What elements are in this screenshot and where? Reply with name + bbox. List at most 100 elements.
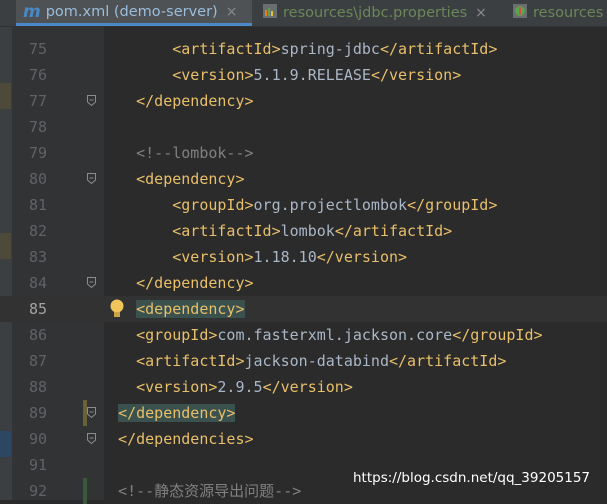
code-text[interactable]: <artifactId>jackson-databind</artifactId…: [100, 348, 506, 374]
code-text[interactable]: <dependency>: [100, 296, 245, 322]
code-text[interactable]: </dependency>: [100, 400, 236, 426]
code-line[interactable]: 77 </dependency>: [0, 88, 607, 114]
line-number: 76: [28, 66, 47, 84]
code-text[interactable]: <!--静态资源导出问题-->: [100, 478, 301, 504]
line-number: 84: [28, 274, 47, 292]
xml-value: 2.9.5: [217, 378, 263, 396]
code-text[interactable]: <artifactId>spring-jdbc</artifactId>: [100, 36, 497, 62]
code-line[interactable]: 88 <version>2.9.5</version>: [0, 374, 607, 400]
xml-tag: [100, 404, 118, 422]
xml-tag: </artifactId>: [389, 352, 507, 370]
tab-pom-xml[interactable]: m pom.xml (demo-server) ×: [16, 0, 252, 26]
code-line[interactable]: 81 <groupId>org.projectlombok</groupId>: [0, 192, 607, 218]
tab-label: resources\jdbc.properties: [283, 5, 468, 21]
xml-tag: </artifactId>: [334, 222, 453, 240]
code-line[interactable]: 78: [0, 114, 607, 140]
xml-tag: </dependency>: [100, 92, 254, 110]
watermark: https://blog.csdn.net/qq_39205157: [353, 470, 591, 486]
tab-jdbc-properties[interactable]: resources\jdbc.properties ×: [258, 0, 507, 26]
code-line[interactable]: 79 <!--lombok-->: [0, 140, 607, 166]
xml-tag: </version>: [262, 378, 353, 396]
line-number: 80: [28, 170, 47, 188]
xml-tag: </version>: [316, 248, 408, 266]
xml-tag: <artifactId>: [100, 40, 281, 58]
line-number: 88: [28, 378, 47, 396]
code-line[interactable]: 87 <artifactId>jackson-databind</artifac…: [0, 348, 607, 374]
code-text[interactable]: <groupId>com.fasterxml.jackson.core</gro…: [100, 322, 543, 348]
code-text[interactable]: <dependency>: [100, 166, 245, 192]
code-text[interactable]: <version>2.9.5</version>: [100, 374, 353, 400]
xml-tag: [100, 300, 136, 318]
xml-value: 1.18.10: [253, 248, 317, 266]
fold-marker-icon[interactable]: [87, 433, 96, 444]
line-number: 78: [28, 118, 47, 136]
xml-comment: <!--lombok-->: [100, 144, 254, 162]
code-text[interactable]: </dependency>: [100, 88, 254, 114]
xml-comment: <!--静态资源导出问题-->: [100, 482, 302, 500]
line-number: 83: [28, 248, 47, 266]
code-text[interactable]: </dependencies>: [100, 426, 254, 452]
xml-tag: <artifactId>: [100, 352, 245, 370]
line-number: 77: [28, 92, 47, 110]
xml-tag: <dependency>: [100, 170, 245, 188]
line-number: 82: [28, 222, 47, 240]
xml-tag: </groupId>: [452, 326, 543, 344]
code-text[interactable]: <groupId>org.projectlombok</groupId>: [100, 192, 497, 218]
xml-value: 5.1.9.RELEASE: [253, 66, 371, 84]
line-number: 79: [28, 144, 47, 162]
spring-config-file-icon: [512, 3, 528, 23]
code-text[interactable]: <version>5.1.9.RELEASE</version>: [100, 62, 461, 88]
xml-tag: <version>: [100, 66, 254, 84]
xml-value: jackson-databind: [244, 352, 390, 370]
code-line[interactable]: 85 <dependency>: [0, 296, 607, 322]
fold-marker-icon[interactable]: [87, 173, 96, 184]
xml-tag: <groupId>: [100, 326, 218, 344]
code-line[interactable]: 86 <groupId>com.fasterxml.jackson.core</…: [0, 322, 607, 348]
maven-file-icon: m: [23, 1, 41, 22]
xml-tag: </groupId>: [407, 196, 498, 214]
code-line[interactable]: 84 </dependency>: [0, 270, 607, 296]
editor-tab-bar: m pom.xml (demo-server) × resources\jdbc…: [0, 0, 607, 27]
line-number: 81: [28, 196, 47, 214]
fold-marker-icon[interactable]: [87, 277, 96, 288]
xml-tag: </artifactId>: [379, 40, 498, 58]
code-line[interactable]: 76 <version>5.1.9.RELEASE</version>: [0, 62, 607, 88]
code-line[interactable]: 82 <artifactId>lombok</artifactId>: [0, 218, 607, 244]
code-line[interactable]: 90 </dependencies>: [0, 426, 607, 452]
xml-tag: <version>: [100, 378, 218, 396]
tab-resources[interactable]: resources: [510, 0, 607, 26]
code-text[interactable]: <!--lombok-->: [100, 140, 254, 166]
code-line[interactable]: 83 <version>1.18.10</version>: [0, 244, 607, 270]
code-text[interactable]: </dependency>: [100, 270, 253, 296]
code-text[interactable]: <version>1.18.10</version>: [100, 244, 407, 270]
line-number: 75: [28, 40, 47, 58]
xml-tag: </dependencies>: [100, 430, 254, 448]
xml-value: org.projectlombok: [253, 196, 408, 214]
tab-label: resources: [533, 5, 604, 21]
fold-marker-icon[interactable]: [87, 95, 96, 106]
line-number: 85: [28, 300, 47, 318]
line-number: 87: [28, 352, 47, 370]
xml-tag: <dependency>: [136, 300, 245, 318]
code-text[interactable]: <artifactId>lombok</artifactId>: [100, 218, 452, 244]
close-tab-icon[interactable]: ×: [226, 4, 238, 20]
fold-marker-icon[interactable]: [87, 407, 96, 418]
xml-tag: </dependency>: [118, 404, 236, 422]
vcs-change-marker[interactable]: [83, 478, 87, 504]
properties-file-icon: [262, 3, 278, 23]
close-tab-icon[interactable]: ×: [475, 5, 487, 21]
xml-tag: <groupId>: [100, 196, 254, 214]
code-line[interactable]: 89 </dependency>: [0, 400, 607, 426]
xml-tag: <version>: [100, 248, 254, 266]
line-number: 92: [28, 482, 47, 500]
xml-value: lombok: [280, 222, 335, 240]
xml-value: spring-jdbc: [280, 40, 380, 58]
tab-label: pom.xml (demo-server): [45, 3, 218, 20]
line-number: 86: [28, 326, 47, 344]
line-number: 90: [28, 430, 47, 448]
line-number: 89: [28, 404, 47, 422]
line-number: 91: [28, 456, 47, 474]
code-line[interactable]: 80 <dependency>: [0, 166, 607, 192]
xml-tag: <artifactId>: [100, 222, 281, 240]
code-line[interactable]: 75 <artifactId>spring-jdbc</artifactId>: [0, 36, 607, 62]
